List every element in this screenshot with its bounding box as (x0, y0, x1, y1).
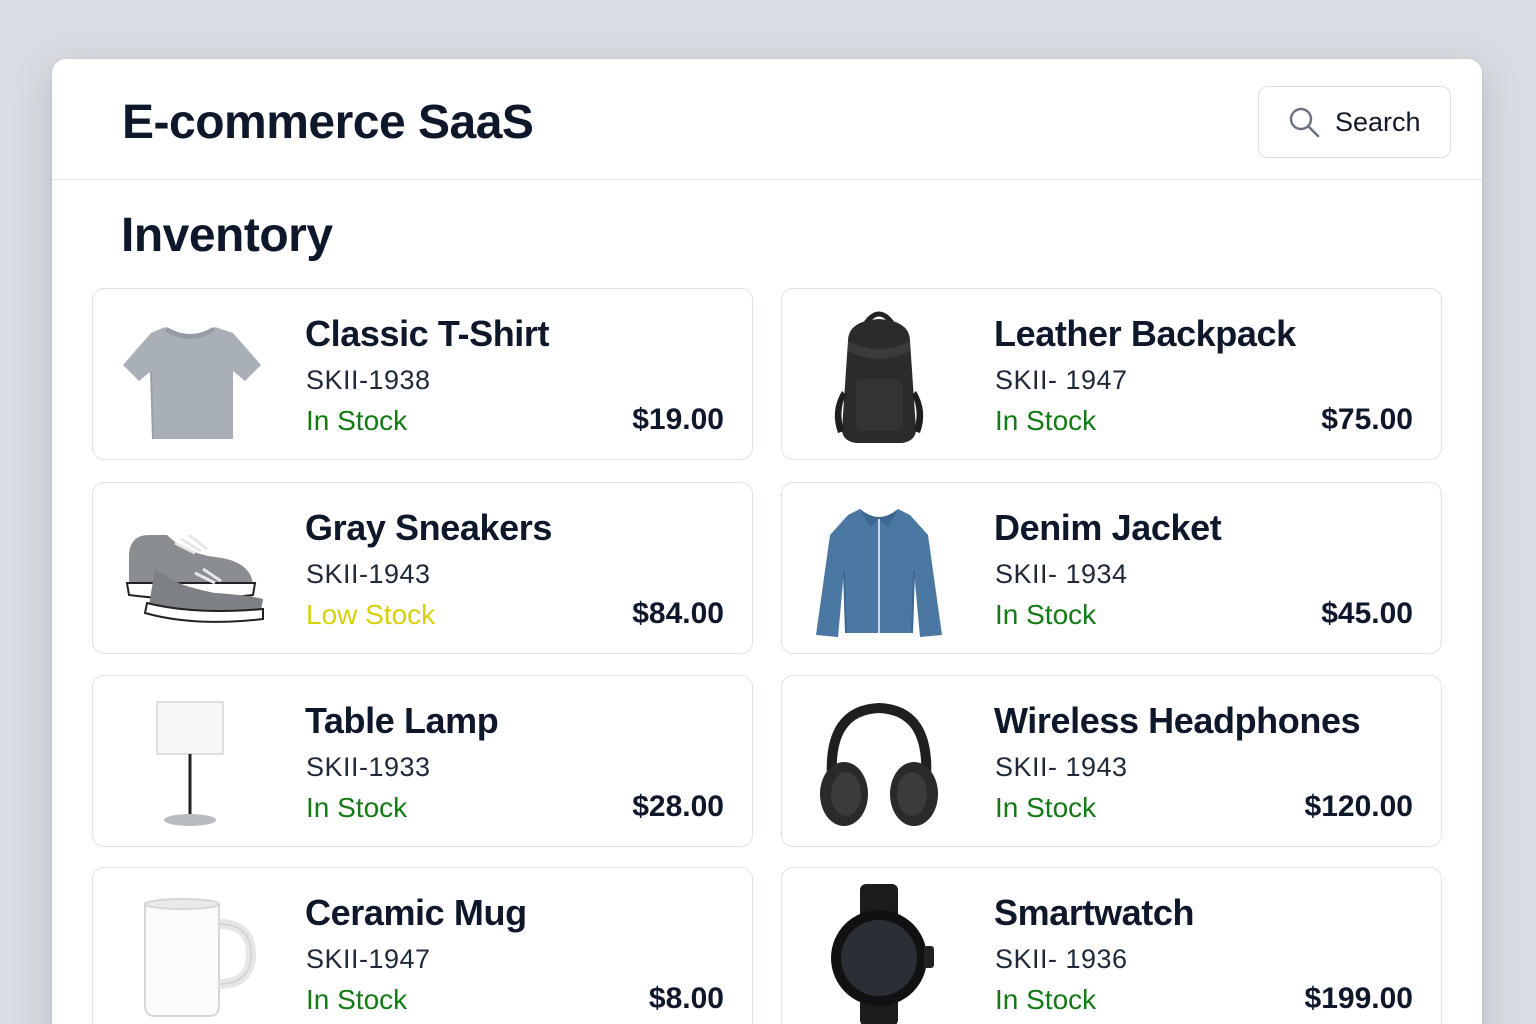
jacket-icon (816, 509, 942, 637)
product-grid: Classic T-Shirt SKII-1938 In Stock $19.0… (92, 288, 1442, 1024)
product-name: Table Lamp (305, 700, 499, 741)
stock-status: In Stock (995, 405, 1097, 436)
product-image (804, 880, 954, 1024)
product-card[interactable]: Table Lamp SKII-1933 In Stock $28.00 (92, 675, 753, 847)
product-price: $28.00 (632, 790, 724, 823)
product-sku: SKII- 1934 (995, 559, 1128, 589)
product-card[interactable]: Smartwatch SKII- 1936 In Stock $199.00 (781, 867, 1442, 1024)
product-card[interactable]: Denim Jacket SKII- 1934 In Stock $45.00 (781, 482, 1442, 654)
stock-status: Low Stock (306, 599, 436, 630)
product-sku: SKII- 1943 (995, 752, 1128, 782)
product-sku: SKII-1943 (306, 559, 431, 589)
stock-status: In Stock (995, 599, 1097, 630)
product-price: $45.00 (1321, 597, 1413, 630)
search-label: Search (1335, 106, 1421, 137)
sneakers-icon (125, 533, 264, 623)
tshirt-icon (123, 327, 261, 440)
product-price: $199.00 (1304, 982, 1413, 1015)
header: E-commerce SaaS Search (52, 59, 1482, 180)
mug-icon (144, 898, 257, 1017)
product-image (804, 495, 954, 643)
product-sku: SKII-1933 (306, 752, 431, 782)
product-name: Wireless Headphones (994, 700, 1361, 741)
product-name: Smartwatch (994, 892, 1195, 933)
product-card[interactable]: Wireless Headphones SKII- 1943 In Stock … (781, 675, 1442, 847)
headphones-icon (820, 702, 938, 826)
product-card[interactable]: Leather Backpack SKII- 1947 In Stock $75… (781, 288, 1442, 460)
product-price: $120.00 (1304, 790, 1413, 823)
product-sku: SKII-1947 (306, 944, 431, 974)
smartwatch-icon (831, 884, 934, 1024)
product-image (115, 880, 265, 1024)
product-price: $84.00 (632, 597, 724, 630)
product-name: Gray Sneakers (305, 507, 552, 548)
product-name: Classic T-Shirt (305, 313, 550, 354)
product-image (115, 301, 265, 449)
product-name: Ceramic Mug (305, 892, 527, 933)
product-card[interactable]: Classic T-Shirt SKII-1938 In Stock $19.0… (92, 288, 753, 460)
stock-status: In Stock (995, 792, 1097, 823)
app-window: E-commerce SaaS Search Inventory Classic… (52, 59, 1482, 1024)
product-name: Leather Backpack (994, 313, 1296, 354)
product-card[interactable]: Ceramic Mug SKII-1947 In Stock $8.00 (92, 867, 753, 1024)
stock-status: In Stock (306, 984, 408, 1015)
search-icon (1289, 107, 1320, 138)
product-image (115, 688, 265, 836)
product-sku: SKII-1938 (306, 365, 431, 395)
stock-status: In Stock (306, 792, 408, 823)
product-price: $8.00 (648, 982, 724, 1015)
product-sku: SKII- 1947 (995, 365, 1128, 395)
product-image (115, 495, 265, 643)
backpack-icon (834, 311, 924, 443)
product-price: $75.00 (1321, 403, 1413, 436)
stock-status: In Stock (995, 984, 1097, 1015)
product-price: $19.00 (632, 403, 724, 436)
search-button[interactable]: Search (1258, 86, 1451, 158)
product-name: Denim Jacket (994, 507, 1222, 548)
product-card[interactable]: Gray Sneakers SKII-1943 Low Stock $84.00 (92, 482, 753, 654)
app-title: E-commerce SaaS (122, 96, 534, 149)
product-image (804, 688, 954, 836)
product-sku: SKII- 1936 (995, 944, 1128, 974)
lamp-icon (156, 701, 224, 826)
stock-status: In Stock (306, 405, 408, 436)
page-title: Inventory (121, 209, 333, 262)
product-image (804, 301, 954, 449)
